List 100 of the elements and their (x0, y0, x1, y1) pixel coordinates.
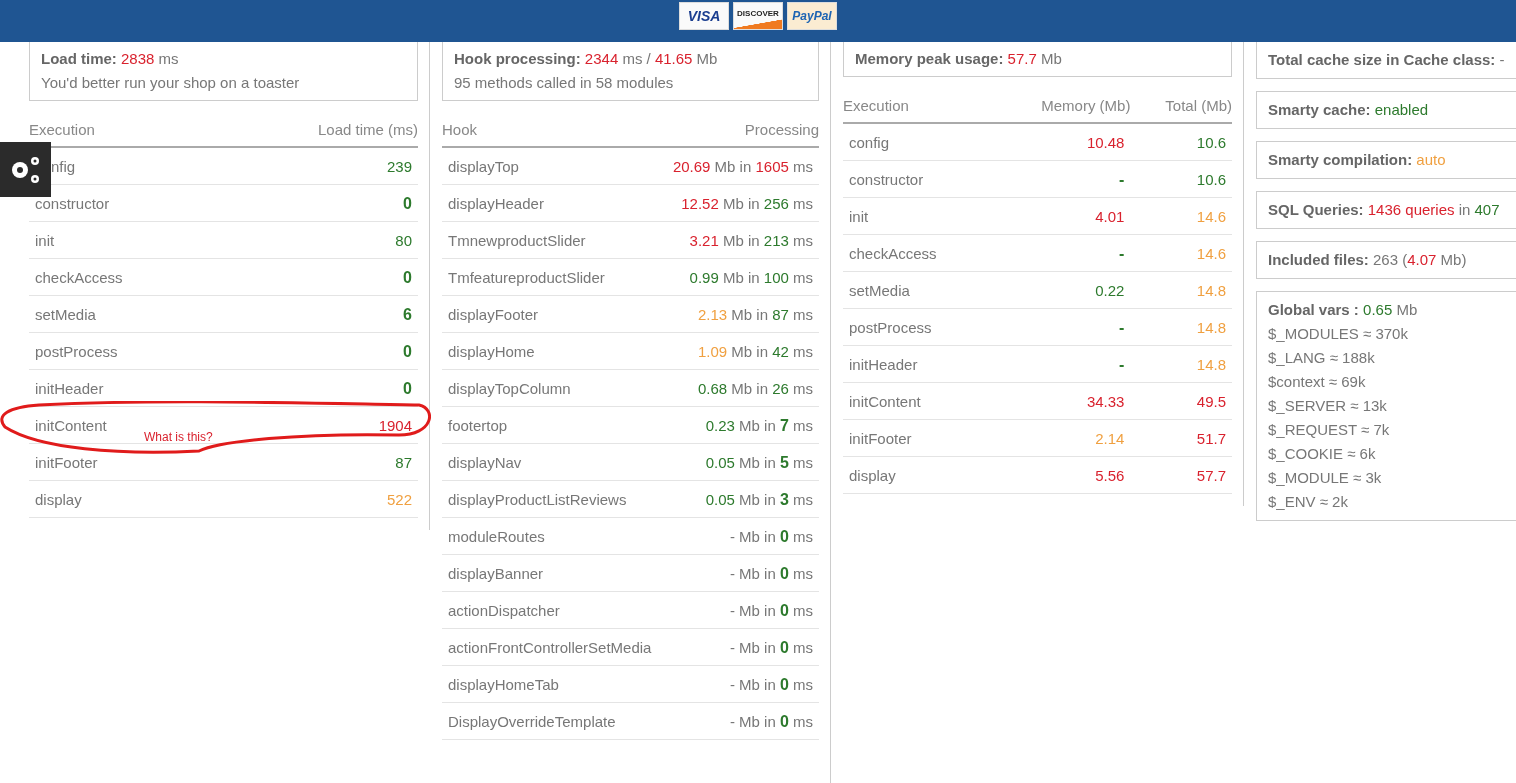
column-header: Load time (ms) (223, 113, 418, 147)
table-cell: 0.23 Mb in 7 ms (705, 417, 813, 434)
row-label: initFooter (35, 454, 98, 471)
info-text: SQL Queries: 1436 queries in 407 (1268, 200, 1501, 220)
info-text: $_LANG ≈ 188k (1268, 348, 1376, 368)
summary-text: Memory peak usage: 57.7 Mb (855, 49, 1063, 69)
table-cell: 6 (403, 306, 412, 323)
table-cell: - (1119, 171, 1125, 188)
table-cell: 0 (403, 269, 412, 286)
table-cell: 14.8 (1196, 282, 1226, 299)
row-label: display (35, 491, 82, 508)
table-cell: 14.6 (1196, 208, 1226, 225)
table-cell: - Mb in 0 ms (729, 639, 813, 656)
row-label: displayBanner (448, 565, 544, 582)
table-cell: 0 (403, 380, 412, 397)
table-cell: 10.6 (1196, 171, 1226, 188)
table-cell: 0.68 Mb in 26 ms (697, 380, 813, 397)
summary-text: You'd better run your shop on a toaster (41, 73, 301, 93)
table-cell: 5.56 (1095, 467, 1125, 484)
row-label: setMedia (35, 306, 96, 323)
table-cell: 14.6 (1196, 245, 1226, 262)
row-label: displayProductListReviews (448, 491, 627, 508)
info-text: Total cache size in Cache class: - (1268, 50, 1506, 70)
info-text: $_REQUEST ≈ 7k (1268, 420, 1391, 440)
table-cell: 80 (395, 232, 412, 249)
row-label: TmnewproductSlider (448, 232, 586, 249)
row-label: initFooter (849, 430, 912, 447)
row-label: init (849, 208, 869, 225)
row-label: moduleRoutes (448, 528, 545, 545)
row-label: displayHeader (448, 195, 544, 212)
settings-button[interactable] (0, 142, 51, 197)
table-cell: 2.13 Mb in 87 ms (697, 306, 813, 323)
table-cell: 51.7 (1196, 430, 1226, 447)
table-cell: 57.7 (1196, 467, 1226, 484)
row-label: displayTop (448, 158, 519, 175)
row-label: checkAccess (849, 245, 937, 262)
table-cell: 0.99 Mb in 100 ms (689, 269, 813, 286)
payment-card-logo: DISCOVER (733, 2, 783, 30)
table-cell: 20.69 Mb in 1605 ms (672, 158, 813, 175)
summary-text: 95 methods called in 58 modules (454, 73, 675, 93)
row-label: config (849, 134, 890, 151)
column-header: Total (Mb) (1130, 89, 1232, 123)
row-label: actionFrontControllerSetMedia (448, 639, 652, 656)
row-label: displayHomeTab (448, 676, 559, 693)
table-cell: 10.6 (1196, 134, 1226, 151)
row-label: displayNav (448, 454, 522, 471)
row-label: displayTopColumn (448, 380, 571, 397)
table-cell: 1904 (378, 417, 412, 434)
table-cell: 49.5 (1196, 393, 1226, 410)
table-cell: 3.21 Mb in 213 ms (689, 232, 813, 249)
row-label: displayHome (448, 343, 535, 360)
payment-card-logo: VISA (679, 2, 729, 30)
info-text: $_ENV ≈ 2k (1268, 492, 1349, 512)
table-cell: 0.05 Mb in 3 ms (705, 491, 813, 508)
table-cell: 0.05 Mb in 5 ms (705, 454, 813, 471)
row-label: TmfeatureproductSlider (448, 269, 605, 286)
row-label: displayFooter (448, 306, 539, 323)
row-label: initHeader (35, 380, 104, 397)
info-text: $_MODULE ≈ 3k (1268, 468, 1383, 488)
info-text: Global vars : 0.65 Mb (1268, 300, 1419, 320)
row-label: nfig (51, 158, 76, 175)
row-label: constructor (849, 171, 924, 188)
row-label: display (849, 467, 896, 484)
row-label: postProcess (849, 319, 932, 336)
row-label: checkAccess (35, 269, 123, 286)
info-text: $context ≈ 69k (1268, 372, 1367, 392)
column-header: Execution (843, 89, 995, 123)
table-cell: 14.8 (1196, 356, 1226, 373)
column-header: Memory (Mb) (994, 89, 1131, 123)
table-cell: - (1119, 245, 1125, 262)
info-text: Included files: 263 (4.07 Mb) (1268, 250, 1468, 270)
table-cell: 87 (395, 454, 412, 471)
table-cell: 4.01 (1095, 208, 1125, 225)
table-cell: 10.48 (1086, 134, 1125, 151)
row-label: footertop (448, 417, 508, 434)
payment-card-logo: PayPal (787, 2, 837, 30)
summary-text: Hook processing: 2344 ms / 41.65 Mb (454, 49, 719, 69)
row-label: setMedia (849, 282, 910, 299)
info-text: Smarty compilation: auto (1268, 150, 1447, 170)
table-cell: - Mb in 0 ms (729, 565, 813, 582)
row-label: init (35, 232, 55, 249)
row-label: initHeader (849, 356, 918, 373)
table-cell: - Mb in 0 ms (729, 602, 813, 619)
table-cell: - Mb in 0 ms (729, 528, 813, 545)
table-cell: 12.52 Mb in 256 ms (681, 195, 813, 212)
annotation-note: What is this? (144, 429, 213, 446)
table-cell: - (1119, 319, 1125, 336)
info-text: $_MODULES ≈ 370k (1268, 324, 1409, 344)
table-cell: 239 (386, 158, 412, 175)
column-header: Processing (662, 113, 819, 147)
table-cell: - (1119, 356, 1125, 373)
table-cell: 0 (403, 195, 412, 212)
table-cell: 14.8 (1196, 319, 1226, 336)
table-cell: 522 (386, 491, 412, 508)
row-label: constructor (35, 195, 110, 212)
row-label: initContent (35, 417, 107, 434)
table-cell: 1.09 Mb in 42 ms (697, 343, 813, 360)
info-text: $_COOKIE ≈ 6k (1268, 444, 1377, 464)
row-label: postProcess (35, 343, 118, 360)
column-header: Hook (442, 113, 663, 147)
